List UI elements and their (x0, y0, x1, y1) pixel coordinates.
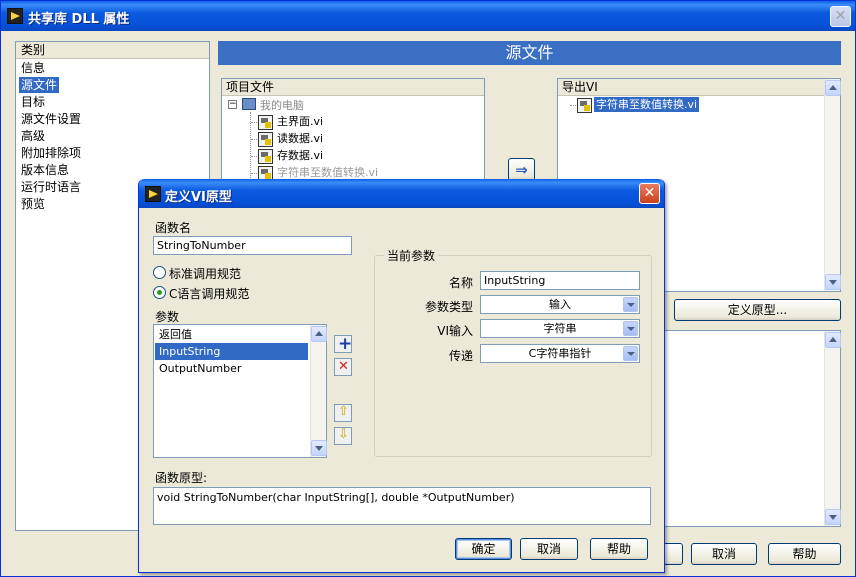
pass-select[interactable]: C字符串指针 (480, 344, 640, 363)
category-item[interactable]: 附加排除项 (19, 145, 83, 161)
scroll-down-icon[interactable] (825, 274, 841, 290)
ccall-label[interactable]: C语言调用规范 (169, 285, 249, 302)
prototype-label: 函数原型: (155, 471, 208, 485)
scroll-down-icon[interactable] (825, 509, 841, 525)
stdcall-radio[interactable] (153, 266, 166, 279)
dialog-titlebar[interactable]: 定义VI原型 ✕ (139, 179, 664, 208)
section-title: 源文件 (218, 41, 841, 65)
vi-file-icon (258, 132, 273, 147)
tree-root-label: 我的电脑 (260, 99, 304, 112)
scroll-down-icon[interactable] (311, 440, 327, 456)
main-cancel-button[interactable]: 取消 (691, 543, 757, 565)
arrow-down-icon: ⇩ (338, 427, 349, 442)
params-label: 参数 (155, 310, 180, 324)
param-name-input[interactable]: InputString (480, 271, 640, 290)
project-files-header: 项目文件 (222, 79, 484, 96)
scroll-up-icon[interactable] (825, 332, 841, 348)
vi-input-value: 字符串 (543, 322, 577, 335)
param-name-label: 名称 (448, 276, 473, 290)
project-file-item[interactable]: 主界面.vi (277, 114, 323, 130)
define-prototype-button[interactable]: 定义原型... (674, 299, 841, 321)
arrow-right-icon: ⇒ (515, 161, 528, 179)
vi-file-icon (577, 98, 592, 113)
category-item[interactable]: 源文件设置 (19, 111, 83, 127)
dialog-close-button[interactable]: ✕ (639, 183, 660, 204)
vi-file-icon (258, 149, 273, 164)
delete-x-icon: ✕ (338, 359, 349, 374)
add-export-button[interactable]: ⇒ (508, 158, 535, 181)
arrow-up-icon: ⇧ (338, 404, 349, 419)
stdcall-label[interactable]: 标准调用规范 (169, 265, 241, 282)
export-vi-scrollbar[interactable] (824, 79, 841, 291)
dialog-cancel-button[interactable]: 取消 (520, 538, 578, 560)
category-item[interactable]: 目标 (19, 94, 47, 110)
labview-app-icon (7, 8, 23, 24)
dialog-help-button[interactable]: 帮助 (590, 538, 648, 560)
scroll-up-icon[interactable] (825, 80, 841, 96)
export-vi-item[interactable]: 字符串至数值转换.vi (594, 97, 700, 112)
export-vi-header: 导出VI (558, 79, 824, 96)
chevron-down-icon[interactable] (623, 346, 638, 361)
vi-file-icon (258, 115, 273, 130)
chevron-down-icon[interactable] (623, 297, 638, 312)
plus-icon: + (338, 334, 353, 354)
delete-param-button[interactable]: ✕ (334, 358, 352, 376)
main-close-button[interactable]: ✕ (830, 6, 851, 27)
ccall-radio[interactable] (153, 286, 166, 299)
detail-scrollbar[interactable] (824, 331, 841, 526)
project-files-tree[interactable]: 项目文件 − 我的电脑 主界面.vi 读数据.vi 存数据.vi 字符串至数值转换.v… (221, 78, 485, 188)
add-param-button[interactable]: + (334, 334, 353, 354)
param-list-item[interactable]: InputString (155, 343, 308, 360)
param-type-value: 输入 (549, 298, 571, 311)
category-item[interactable]: 运行时语言 (19, 179, 83, 195)
param-list-item[interactable]: 返回值 (155, 326, 308, 343)
export-detail-panel (650, 330, 841, 527)
param-type-select[interactable]: 输入 (480, 295, 640, 314)
main-window-title: 共享库 DLL 属性 (28, 12, 130, 27)
category-header: 类别 (16, 42, 209, 59)
param-list-item[interactable]: OutputNumber (155, 360, 308, 377)
vi-input-select[interactable]: 字符串 (480, 319, 640, 338)
close-icon: ✕ (643, 185, 656, 201)
scroll-up-icon[interactable] (311, 326, 327, 342)
category-item[interactable]: 源文件 (19, 77, 60, 93)
category-item[interactable]: 信息 (19, 60, 47, 76)
params-list[interactable]: 返回值 InputString OutputNumber (153, 324, 327, 458)
function-name-label: 函数名 (155, 221, 192, 235)
current-param-group-label: 当前参数 (384, 247, 439, 264)
dialog-title: 定义VI原型 (165, 190, 232, 205)
project-file-item[interactable]: 读数据.vi (277, 131, 323, 147)
vi-input-label: VI输入 (437, 324, 473, 338)
main-titlebar[interactable]: 共享库 DLL 属性 ✕ (1, 1, 855, 31)
param-type-label: 参数类型 (424, 300, 473, 314)
pass-label: 传递 (448, 349, 473, 363)
move-down-button[interactable]: ⇩ (334, 427, 352, 445)
pass-value: C字符串指针 (528, 347, 592, 360)
tree-collapse-icon[interactable]: − (228, 100, 237, 109)
project-file-item[interactable]: 存数据.vi (277, 148, 323, 164)
define-prototype-dialog: 定义VI原型 ✕ 函数名 StringToNumber 标准调用规范 C语言调用… (138, 179, 665, 573)
chevron-down-icon[interactable] (623, 321, 638, 336)
category-item[interactable]: 预览 (19, 196, 47, 212)
prototype-display: void StringToNumber(char InputString[], … (153, 487, 651, 525)
params-scrollbar[interactable] (310, 325, 327, 457)
close-icon: ✕ (834, 8, 847, 24)
labview-app-icon (145, 186, 161, 202)
function-name-input[interactable]: StringToNumber (153, 236, 352, 255)
main-help-button[interactable]: 帮助 (768, 543, 841, 565)
dialog-ok-button[interactable]: 确定 (455, 538, 512, 560)
category-item[interactable]: 版本信息 (19, 162, 71, 178)
category-item[interactable]: 高级 (19, 128, 47, 144)
move-up-button[interactable]: ⇧ (334, 404, 352, 422)
computer-icon (242, 98, 256, 110)
